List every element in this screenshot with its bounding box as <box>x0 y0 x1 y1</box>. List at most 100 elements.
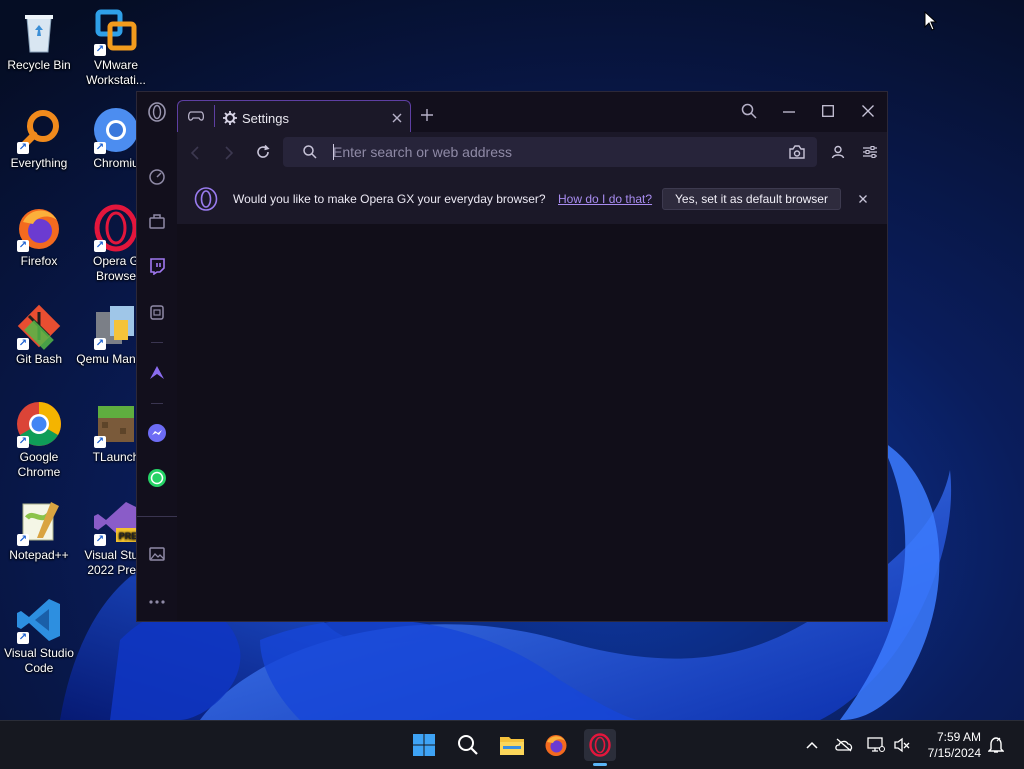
forward-icon[interactable] <box>225 146 233 160</box>
more-options-icon[interactable] <box>145 590 169 614</box>
shortcut-arrow-icon: ↗ <box>17 436 29 448</box>
opera-menu-button[interactable] <box>145 100 169 124</box>
new-tab-icon[interactable] <box>421 109 433 121</box>
shortcut-arrow-icon: ↗ <box>17 338 29 350</box>
image-gallery-icon[interactable] <box>145 542 169 566</box>
windows-start-icon[interactable] <box>408 729 440 761</box>
opera-gx-window: Settings Would you like to make Opera GX… <box>136 91 888 622</box>
discord-icon[interactable] <box>145 300 169 324</box>
desktop-icon-label: Everything <box>10 156 68 170</box>
clock-time: 7:59 AM <box>936 730 981 744</box>
gx-control-icon[interactable] <box>145 164 169 188</box>
desktop-icon-vmware[interactable]: ↗ VMware Workstati... <box>76 4 156 88</box>
address-bar[interactable] <box>283 137 817 167</box>
shortcut-arrow-icon: ↗ <box>17 534 29 546</box>
everything-search-icon: ↗ <box>15 106 63 154</box>
visual-studio-icon: PRE ↗ <box>92 498 140 546</box>
desktop-icon-label: Recycle Bin <box>7 58 71 72</box>
desktop-icon-label: Visual Studio Code <box>4 646 74 675</box>
gx-corner-icon[interactable] <box>145 209 169 233</box>
search-icon[interactable] <box>452 729 484 761</box>
shortcut-arrow-icon: ↗ <box>94 44 106 56</box>
desktop-icon-label: VMware Workstati... <box>86 58 146 87</box>
gear-icon <box>223 111 237 125</box>
browser-sidebar <box>137 92 177 621</box>
firefox-icon: ↗ <box>15 204 63 252</box>
chevron-up-icon[interactable] <box>802 735 822 755</box>
svg-text:PRE: PRE <box>119 531 138 541</box>
file-explorer-icon[interactable] <box>496 729 528 761</box>
opera-gx-icon: ↗ <box>92 204 140 252</box>
desktop-icon-notepad-plus-plus[interactable]: ↗ Notepad++ <box>0 494 79 563</box>
sidebar-divider <box>137 516 177 517</box>
desktop-icon-git-bash[interactable]: ↗ Git Bash <box>0 298 79 367</box>
infobar-message: Would you like to make Opera GX your eve… <box>233 192 546 206</box>
desktop-icon-everything[interactable]: ↗ Everything <box>0 102 79 171</box>
shortcut-arrow-icon: ↗ <box>17 240 29 252</box>
close-tab-icon[interactable] <box>392 113 402 123</box>
clock-date: 7/15/2024 <box>927 746 981 760</box>
minimize-icon[interactable] <box>783 111 795 113</box>
maximize-icon[interactable] <box>822 105 834 117</box>
opera-gx-icon[interactable] <box>584 729 616 761</box>
gamepad-icon <box>188 111 204 121</box>
tlauncher-icon: ↗ <box>92 400 140 448</box>
tab-title: Settings <box>242 111 289 126</box>
camera-icon[interactable] <box>789 145 805 159</box>
navigation-toolbar <box>177 132 887 174</box>
sidebar-separator <box>151 403 163 404</box>
vmware-icon: ↗ <box>92 8 140 56</box>
firefox-icon[interactable] <box>540 729 572 761</box>
recycle-bin-icon <box>15 8 63 56</box>
reload-icon[interactable] <box>255 144 271 160</box>
set-default-browser-button[interactable]: Yes, set it as default browser <box>662 188 841 210</box>
search-icon <box>303 145 317 159</box>
desktop-icon-label: Google Chrome <box>17 450 61 479</box>
shortcut-arrow-icon: ↗ <box>94 534 106 546</box>
whatsapp-icon[interactable] <box>145 466 169 490</box>
profile-icon[interactable] <box>831 145 845 159</box>
twitch-icon[interactable] <box>145 254 169 278</box>
git-bash-icon: ↗ <box>15 302 63 350</box>
desktop-icon-label: Git Bash <box>15 352 63 366</box>
text-caret <box>333 144 334 160</box>
tab-divider <box>214 105 215 127</box>
sidebar-separator <box>151 342 163 343</box>
shortcut-arrow-icon: ↗ <box>94 338 106 350</box>
desktop-icon-label: Notepad++ <box>9 548 69 562</box>
desktop-icon-vscode[interactable]: ↗ Visual Studio Code <box>0 592 79 676</box>
chrome-icon: ↗ <box>15 400 63 448</box>
shortcut-arrow-icon: ↗ <box>94 240 106 252</box>
messenger-icon[interactable] <box>145 421 169 445</box>
desktop-icon-firefox[interactable]: ↗ Firefox <box>0 200 79 269</box>
vscode-icon: ↗ <box>15 596 63 644</box>
mouse-cursor-icon <box>924 11 938 31</box>
shortcut-arrow-icon: ↗ <box>94 142 106 154</box>
shortcut-arrow-icon: ↗ <box>17 142 29 154</box>
system-clock[interactable]: 7:59 AM 7/15/2024 <box>928 729 981 761</box>
chromium-icon: ↗ <box>92 106 140 154</box>
tab-search-icon[interactable] <box>741 103 757 119</box>
volume-muted-icon[interactable] <box>892 735 912 755</box>
network-icon[interactable] <box>866 735 886 755</box>
desktop-icon-google-chrome[interactable]: ↗ Google Chrome <box>0 396 79 480</box>
page-content <box>177 224 887 621</box>
close-window-icon[interactable] <box>862 105 874 117</box>
default-browser-infobar: Would you like to make Opera GX your eve… <box>177 174 887 224</box>
search-input[interactable] <box>333 141 763 163</box>
how-do-i-link[interactable]: How do I do that? <box>558 192 652 206</box>
qemu-manager-icon: ↗ <box>92 302 140 350</box>
dismiss-infobar-icon[interactable] <box>859 195 867 203</box>
onedrive-offline-icon[interactable] <box>834 735 854 755</box>
desktop-icon-recycle-bin[interactable]: Recycle Bin <box>0 4 79 73</box>
easy-setup-icon[interactable] <box>863 145 877 159</box>
shortcut-arrow-icon: ↗ <box>17 632 29 644</box>
tab-settings[interactable]: Settings <box>177 100 411 132</box>
shortcut-arrow-icon: ↗ <box>94 436 106 448</box>
taskbar: 7:59 AM 7/15/2024 <box>0 720 1024 769</box>
back-icon[interactable] <box>191 146 199 160</box>
active-app-indicator <box>593 763 607 766</box>
notification-bell-icon[interactable] <box>986 735 1006 755</box>
notepad-plus-plus-icon: ↗ <box>15 498 63 546</box>
aria-ai-icon[interactable] <box>145 360 169 384</box>
